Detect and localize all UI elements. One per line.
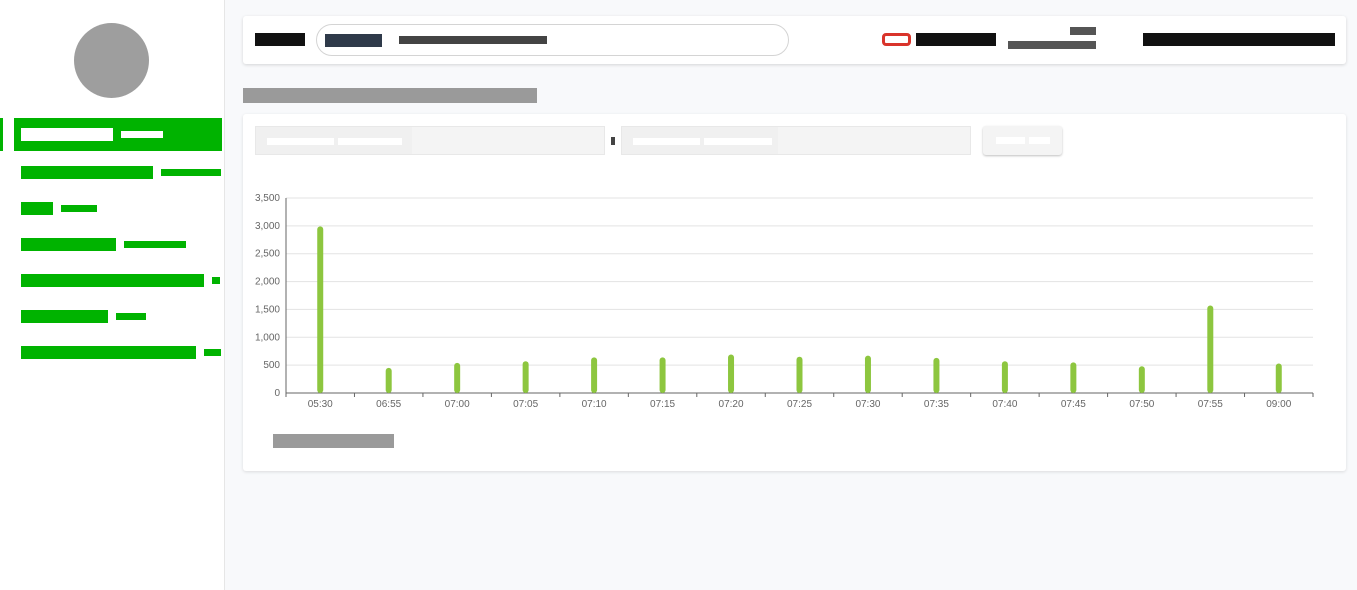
- sidebar-item-label: [21, 237, 116, 251]
- bar[interactable]: [1001, 361, 1008, 393]
- y-tick-label: 1,500: [255, 304, 280, 315]
- bar[interactable]: [385, 367, 392, 393]
- x-axis: 05:30 06:55 07:00 07:05 07:10 07:15 07:20 07:25…: [285, 392, 1314, 410]
- bar[interactable]: [1138, 366, 1145, 393]
- search-scope-select[interactable]: [325, 34, 382, 47]
- x-tick-label: 06:55: [376, 399, 401, 410]
- y-tick-label: 3,500: [255, 193, 280, 204]
- sidebar-nav: [14, 118, 222, 370]
- y-tick-label: 500: [263, 360, 280, 371]
- sidebar-item-4[interactable]: [14, 226, 222, 262]
- alert-label[interactable]: [916, 33, 996, 46]
- bar[interactable]: [933, 357, 940, 393]
- sidebar-item-count: [116, 312, 146, 320]
- alert-badge[interactable]: [882, 33, 911, 46]
- search-box: [316, 24, 789, 56]
- bar[interactable]: [796, 356, 803, 393]
- sidebar-item-5[interactable]: [14, 262, 222, 298]
- y-tick-label: 0: [274, 388, 280, 399]
- sidebar-item-count: [161, 168, 221, 176]
- sidebar-item-2[interactable]: [14, 154, 222, 190]
- bar[interactable]: [659, 357, 666, 393]
- bar[interactable]: [317, 226, 324, 393]
- sidebar-item-count: [124, 240, 186, 248]
- apply-button[interactable]: [983, 126, 1062, 155]
- avatar[interactable]: [74, 23, 149, 98]
- x-tick-label: 09:00: [1266, 399, 1291, 410]
- date-range-separator: [611, 137, 615, 145]
- sidebar-item-count: [204, 348, 221, 356]
- app-logo[interactable]: [255, 33, 305, 46]
- sidebar-item-label: [21, 128, 113, 141]
- x-tick-label: 07:15: [650, 399, 675, 410]
- bar[interactable]: [728, 354, 735, 393]
- chart-footer-link[interactable]: [273, 434, 394, 448]
- page-title: [243, 88, 537, 103]
- bar[interactable]: [454, 362, 461, 393]
- bar-chart: 0 500 1,000 1,500 2,000 2,500 3,000 3,500 05:30…: [255, 193, 1314, 410]
- y-tick-label: 1,000: [255, 332, 280, 343]
- y-tick-label: 2,000: [255, 277, 280, 288]
- sidebar-item-label: [21, 201, 53, 215]
- bar[interactable]: [1070, 362, 1077, 393]
- start-date-field[interactable]: [255, 126, 605, 155]
- bar[interactable]: [864, 355, 871, 393]
- end-date-label: [622, 127, 778, 154]
- sidebar-item-count: [212, 276, 220, 284]
- sidebar-item-1[interactable]: [14, 118, 222, 151]
- y-tick-label: 2,500: [255, 249, 280, 260]
- top-bar: [243, 16, 1346, 64]
- end-date-field[interactable]: [621, 126, 971, 155]
- start-date-label: [256, 127, 412, 154]
- user-menu[interactable]: [1143, 33, 1335, 46]
- chart-card: 0 500 1,000 1,500 2,000 2,500 3,000 3,500 05:30…: [243, 114, 1346, 471]
- x-tick-label: 05:30: [308, 399, 333, 410]
- x-tick-label: 07:50: [1129, 399, 1154, 410]
- x-tick-label: 07:10: [582, 399, 607, 410]
- sidebar-item-6[interactable]: [14, 298, 222, 334]
- search-input[interactable]: [399, 36, 547, 44]
- active-nav-indicator: [0, 118, 3, 151]
- sidebar-item-label: [21, 273, 204, 287]
- x-tick-label: 07:55: [1198, 399, 1223, 410]
- sidebar-item-3[interactable]: [14, 190, 222, 226]
- bar[interactable]: [591, 357, 598, 393]
- sidebar-item-count: [61, 204, 97, 212]
- x-tick-label: 07:25: [787, 399, 812, 410]
- user-org: [1008, 41, 1096, 49]
- x-tick-label: 07:00: [445, 399, 470, 410]
- sidebar-item-label: [21, 309, 108, 323]
- sidebar-item-label: [21, 345, 196, 359]
- x-tick-label: 07:05: [513, 399, 538, 410]
- bar[interactable]: [1275, 363, 1282, 393]
- user-role: [1070, 27, 1096, 35]
- sidebar-item-label: [21, 165, 153, 179]
- y-tick-label: 3,000: [255, 221, 280, 232]
- sidebar-item-7[interactable]: [14, 334, 222, 370]
- bar[interactable]: [1207, 305, 1214, 393]
- sidebar: [0, 0, 225, 590]
- sidebar-item-count: [121, 131, 163, 138]
- x-tick-label: 07:30: [855, 399, 880, 410]
- y-axis: 0 500 1,000 1,500 2,000 2,500 3,000 3,500: [255, 193, 287, 399]
- x-tick-label: 07:20: [719, 399, 744, 410]
- bar[interactable]: [522, 361, 529, 393]
- x-tick-label: 07:40: [992, 399, 1017, 410]
- x-tick-label: 07:35: [924, 399, 949, 410]
- x-tick-label: 07:45: [1061, 399, 1086, 410]
